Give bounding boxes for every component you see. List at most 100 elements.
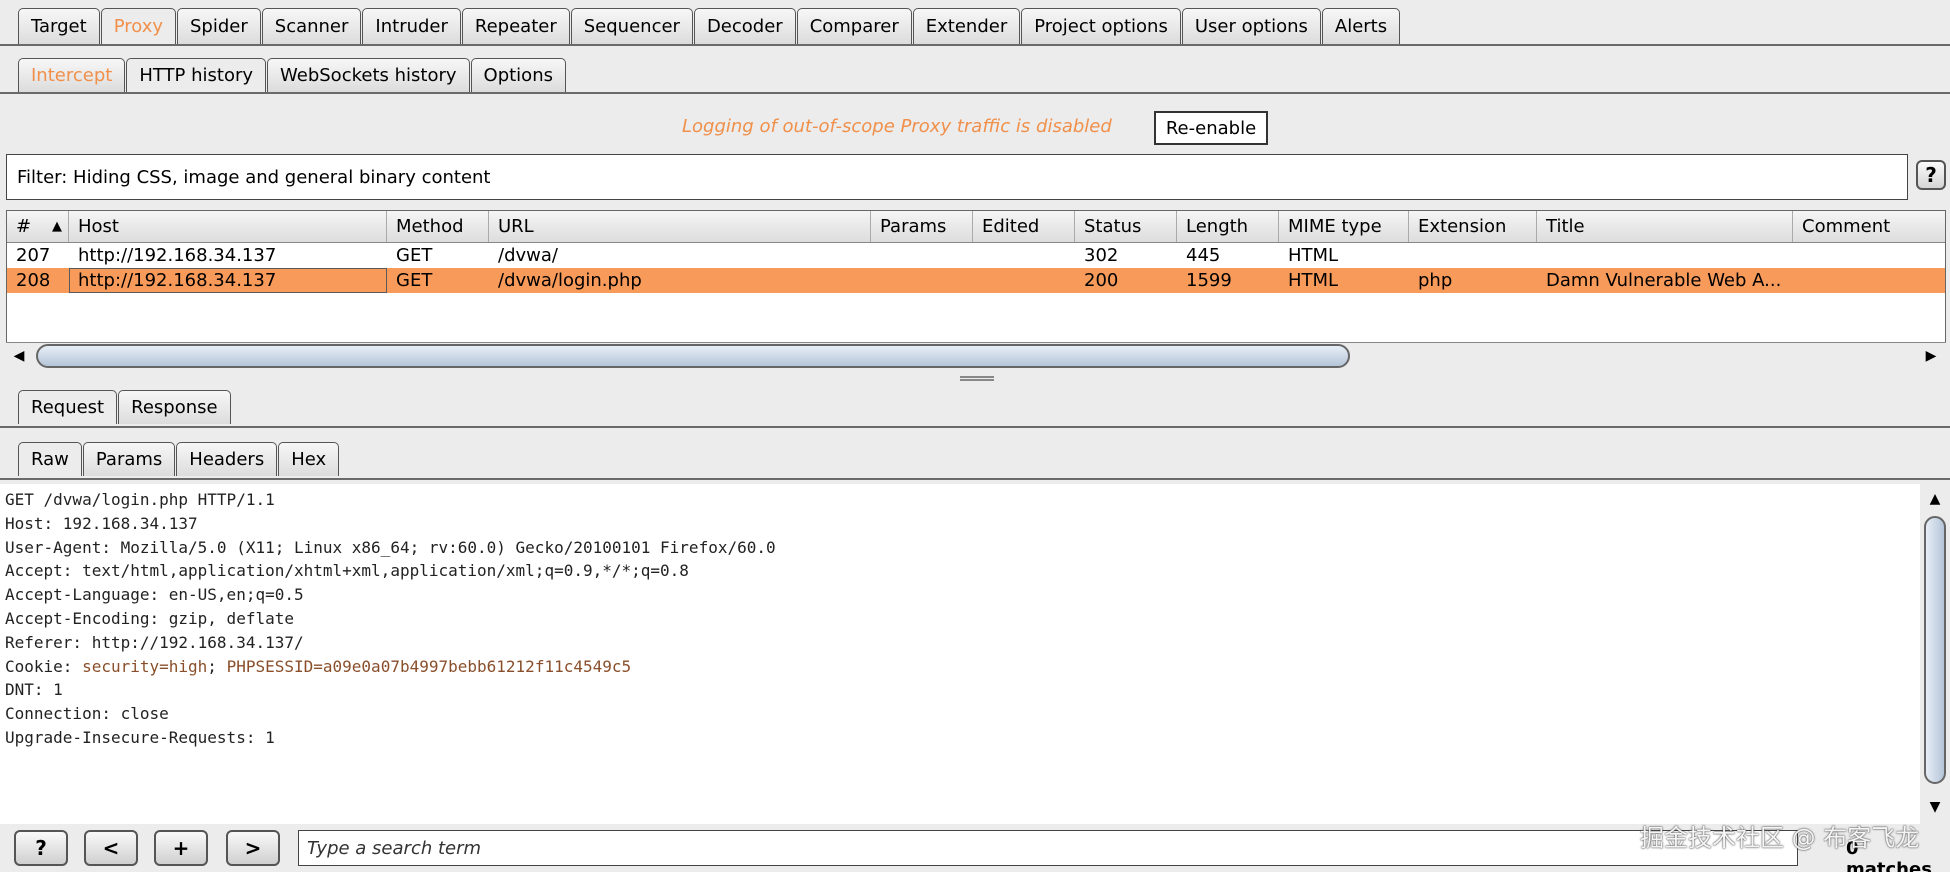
tab-scanner[interactable]: Scanner	[261, 8, 362, 44]
cell-length: 1599	[1186, 270, 1232, 291]
cell-host: http://192.168.34.137	[78, 245, 277, 266]
header-connection: Connection: close	[5, 704, 169, 724]
table-row-selected[interactable]: 208 http://192.168.34.137 GET /dvwa/logi…	[7, 268, 1945, 293]
cell-edited	[973, 243, 1075, 268]
tab-proxy-options[interactable]: Options	[470, 58, 566, 92]
filter-bar[interactable]: Filter: Hiding CSS, image and general bi…	[6, 154, 1908, 200]
tab-http-history[interactable]: HTTP history	[126, 58, 267, 92]
editor-vertical-scrollbar[interactable]: ▲ ▼	[1920, 484, 1950, 824]
header-user-agent: User-Agent: Mozilla/5.0 (X11; Linux x86_…	[5, 537, 776, 557]
tab-hex[interactable]: Hex	[278, 442, 340, 476]
cell-extension	[1409, 243, 1537, 268]
header-accept-encoding: Accept-Encoding: gzip, deflate	[5, 608, 294, 628]
main-tab-bar: Target Proxy Spider Scanner Intruder Rep…	[18, 8, 1401, 44]
col-host[interactable]: Host	[69, 211, 387, 242]
cell-params	[871, 243, 973, 268]
tab-sequencer[interactable]: Sequencer	[570, 8, 693, 44]
cell-status: 302	[1084, 245, 1119, 266]
tab-intercept[interactable]: Intercept	[18, 58, 126, 92]
tab-comparer[interactable]: Comparer	[796, 8, 912, 44]
tab-decoder[interactable]: Decoder	[693, 8, 796, 44]
out-of-scope-message: Logging of out-of-scope Proxy traffic is…	[682, 116, 1112, 137]
pane-splitter-handle[interactable]	[960, 376, 994, 381]
cell-url: /dvwa/	[498, 245, 558, 266]
re-enable-button[interactable]: Re-enable	[1154, 111, 1268, 145]
cookie-phpsessid: PHPSESSID=a09e0a07b4997bebb61212f11c4549…	[226, 656, 632, 676]
cell-extension: php	[1418, 270, 1453, 291]
add-search-button[interactable]: +	[154, 830, 208, 866]
cell-edited	[973, 268, 1075, 293]
tab-params[interactable]: Params	[82, 442, 176, 476]
search-help-button[interactable]: ?	[14, 830, 68, 866]
cell-mime-type: HTML	[1288, 245, 1339, 266]
header-cookie-name: Cookie:	[5, 656, 83, 676]
cell-params	[871, 268, 973, 293]
col-params[interactable]: Params	[871, 211, 973, 242]
col-mime-type[interactable]: MIME type	[1279, 211, 1409, 242]
help-button[interactable]: ?	[1916, 160, 1946, 190]
scroll-down-icon[interactable]: ▼	[1926, 798, 1944, 816]
scroll-left-icon[interactable]: ◀	[10, 347, 28, 365]
view-tab-divider	[0, 478, 1950, 480]
header-accept: Accept: text/html,application/xhtml+xml,…	[5, 561, 689, 581]
tab-headers[interactable]: Headers	[176, 442, 278, 476]
search-input[interactable]	[298, 830, 1798, 866]
tab-websockets-history[interactable]: WebSockets history	[267, 58, 470, 92]
cell-method: GET	[396, 270, 433, 291]
scroll-right-icon[interactable]: ▶	[1922, 347, 1940, 365]
next-match-button[interactable]: >	[226, 830, 280, 866]
tab-extender[interactable]: Extender	[912, 8, 1021, 44]
filter-text: Filter: Hiding CSS, image and general bi…	[17, 166, 491, 188]
header-accept-language: Accept-Language: en-US,en;q=0.5	[5, 585, 304, 605]
tab-target[interactable]: Target	[18, 8, 100, 44]
tab-spider[interactable]: Spider	[177, 8, 261, 44]
watermark-text: 掘金技术社区 @ 布客飞龙	[1640, 824, 1920, 852]
horizontal-scroll-thumb[interactable]	[36, 344, 1350, 368]
tab-response[interactable]: Response	[118, 390, 231, 424]
col-url[interactable]: URL	[489, 211, 871, 242]
col-comment[interactable]: Comment	[1793, 211, 1943, 242]
proxy-sub-tab-bar: Intercept HTTP history WebSockets histor…	[18, 58, 567, 92]
tab-raw[interactable]: Raw	[18, 442, 82, 476]
scroll-up-icon[interactable]: ▲	[1926, 490, 1944, 508]
cookie-separator: ;	[207, 656, 227, 676]
cell-title: Damn Vulnerable Web A...	[1546, 270, 1782, 291]
request-response-tab-bar: Request Response	[18, 390, 232, 424]
cell-mime-type: HTML	[1288, 270, 1339, 291]
col-edited[interactable]: Edited	[973, 211, 1075, 242]
col-title[interactable]: Title	[1537, 211, 1793, 242]
vertical-scroll-thumb[interactable]	[1924, 516, 1946, 784]
cell-title	[1537, 243, 1793, 268]
cell-number: 207	[16, 245, 51, 266]
cell-url: /dvwa/login.php	[498, 270, 642, 291]
table-horizontal-scrollbar[interactable]: ◀ ▶	[6, 342, 1946, 370]
tab-proxy[interactable]: Proxy	[100, 8, 176, 44]
cell-comment	[1793, 268, 1943, 293]
col-number[interactable]: # ▲	[7, 211, 69, 242]
request-tab-divider	[0, 426, 1950, 428]
cell-comment	[1793, 243, 1943, 268]
tab-request[interactable]: Request	[18, 390, 118, 424]
cell-host: http://192.168.34.137	[69, 268, 387, 293]
main-tab-divider	[0, 44, 1950, 46]
tab-alerts[interactable]: Alerts	[1321, 8, 1401, 44]
previous-match-button[interactable]: <	[84, 830, 138, 866]
tab-intruder[interactable]: Intruder	[362, 8, 461, 44]
col-length[interactable]: Length	[1177, 211, 1279, 242]
tab-user-options[interactable]: User options	[1181, 8, 1321, 44]
cell-length: 445	[1186, 245, 1221, 266]
header-dnt: DNT: 1	[5, 680, 63, 700]
col-extension[interactable]: Extension	[1409, 211, 1537, 242]
tab-project-options[interactable]: Project options	[1021, 8, 1181, 44]
request-line: GET /dvwa/login.php HTTP/1.1	[5, 490, 275, 509]
table-header: # ▲ Host Method URL Params Edited Status …	[7, 211, 1945, 243]
cookie-security: security=high	[82, 656, 208, 676]
col-method[interactable]: Method	[387, 211, 489, 242]
cell-number: 208	[16, 270, 51, 291]
sort-ascending-icon: ▲	[52, 219, 62, 234]
col-status[interactable]: Status	[1075, 211, 1177, 242]
cell-status: 200	[1084, 270, 1119, 291]
tab-repeater[interactable]: Repeater	[461, 8, 570, 44]
table-row[interactable]: 207 http://192.168.34.137 GET /dvwa/ 302…	[7, 243, 1945, 268]
raw-request-editor[interactable]: GET /dvwa/login.php HTTP/1.1 Host: 192.1…	[0, 484, 1920, 824]
